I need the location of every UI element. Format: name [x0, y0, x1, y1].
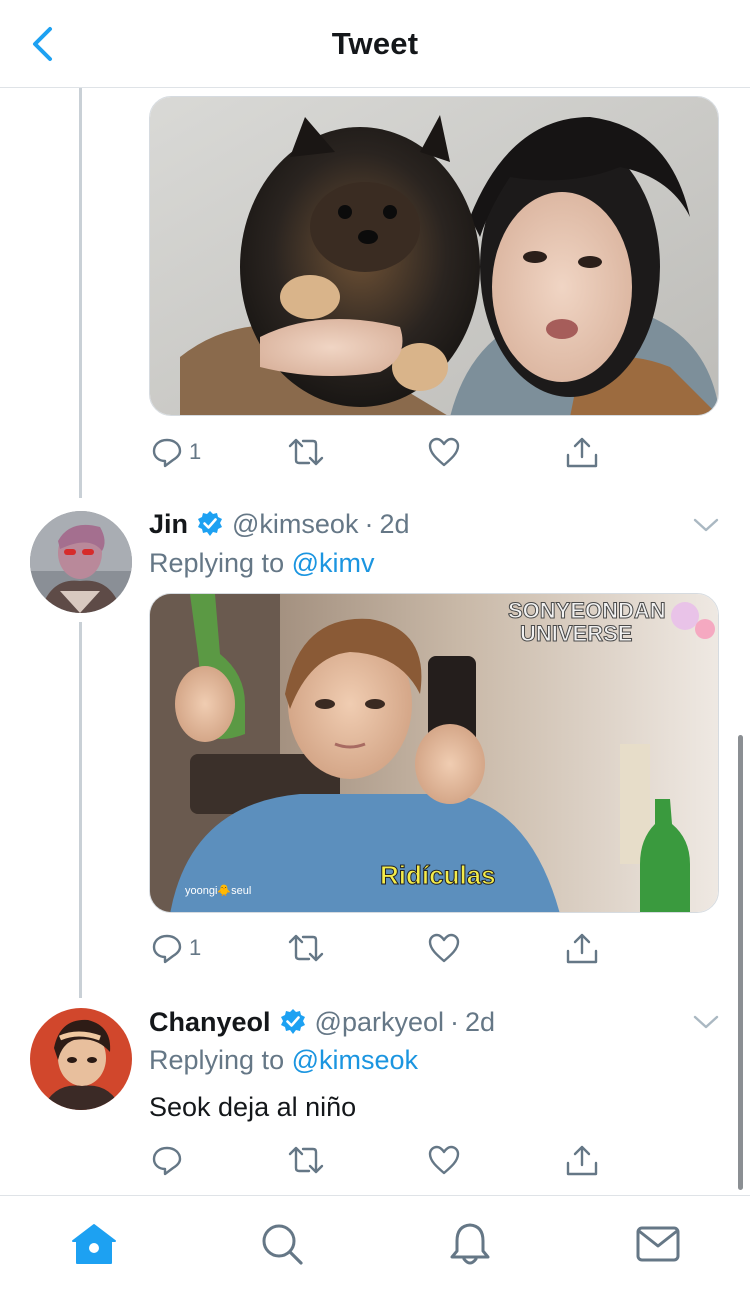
share-icon	[566, 437, 598, 468]
heart-icon	[428, 933, 460, 963]
avatar-image	[30, 511, 132, 613]
scrollbar[interactable]	[738, 735, 743, 1190]
photo-person-with-dog	[150, 97, 718, 415]
reply-icon	[152, 934, 182, 964]
page-title: Tweet	[331, 26, 419, 61]
replying-label: Replying to	[149, 548, 285, 578]
retweet-icon	[288, 438, 324, 466]
mention-link[interactable]: @kimv	[292, 548, 375, 578]
chevron-down-icon[interactable]	[692, 1012, 720, 1032]
tab-messages[interactable]	[634, 1220, 682, 1268]
like-button[interactable]	[427, 928, 461, 968]
verified-icon	[280, 1009, 305, 1034]
separator-dot: ·	[364, 508, 374, 539]
separator-dot: ·	[450, 1006, 459, 1037]
timestamp[interactable]: 2d	[465, 1007, 495, 1038]
sticker-icon	[671, 602, 699, 630]
reply-count: 1	[189, 439, 202, 464]
tab-home[interactable]	[70, 1220, 118, 1268]
avatar-image	[30, 1008, 132, 1110]
share-icon	[566, 1145, 598, 1176]
mail-icon	[636, 1226, 680, 1262]
thread-line	[79, 88, 82, 498]
tweet-header: Jin @kimseok · 2d	[149, 506, 410, 542]
watermark-line2: UNIVERSE	[520, 621, 632, 646]
replying-to: Replying to @kimv	[149, 548, 375, 579]
tab-search[interactable]	[258, 1220, 306, 1268]
retweet-button[interactable]	[287, 928, 325, 968]
tweet-text: Seok deja al niño	[149, 1092, 357, 1122]
verified-badge	[196, 510, 224, 538]
mention-link[interactable]: @kimseok	[292, 1045, 418, 1075]
reply-button[interactable]: 1	[151, 928, 201, 968]
retweet-button[interactable]	[287, 1140, 325, 1180]
tweet-header: Chanyeol @parkyeol · 2d	[149, 1004, 495, 1040]
avatar[interactable]	[30, 1008, 132, 1110]
chevron-down-icon[interactable]	[692, 515, 720, 535]
share-button[interactable]	[565, 928, 599, 968]
heart-icon	[428, 437, 460, 467]
replying-label: Replying to	[149, 1045, 285, 1075]
watermark-line1: SONYEONDAN	[508, 598, 666, 623]
replying-to: Replying to @kimseok	[149, 1045, 418, 1076]
reply-icon	[152, 1146, 182, 1176]
video-subtitle: Ridículas	[380, 860, 496, 890]
share-button[interactable]	[565, 1140, 599, 1180]
verified-badge	[279, 1008, 307, 1036]
bell-icon	[450, 1223, 490, 1265]
reply-count: 1	[189, 935, 202, 960]
tab-notifications[interactable]	[446, 1220, 494, 1268]
display-name[interactable]: Chanyeol	[149, 1007, 271, 1038]
reply-button[interactable]: 1	[151, 432, 201, 472]
retweet-icon	[288, 934, 324, 962]
handle[interactable]: @parkyeol	[315, 1007, 444, 1038]
tweet-actions: 1	[149, 928, 629, 968]
verified-icon	[198, 511, 223, 536]
share-icon	[566, 933, 598, 964]
avatar[interactable]	[30, 511, 132, 613]
home-icon	[72, 1224, 116, 1264]
reply-icon	[152, 438, 182, 468]
retweet-icon	[288, 1146, 324, 1174]
heart-icon	[428, 1145, 460, 1175]
corner-watermark: yoongi🐥seul	[185, 884, 251, 897]
thread-line	[79, 622, 82, 998]
like-button[interactable]	[427, 432, 461, 472]
photo-person-with-bottle: SONYEONDAN UNIVERSE Ridículas yoongi🐥seu…	[150, 594, 718, 912]
search-icon	[262, 1224, 303, 1265]
handle[interactable]: @kimseok	[232, 509, 358, 540]
top-bar: Tweet	[0, 0, 750, 88]
share-button[interactable]	[565, 432, 599, 472]
display-name[interactable]: Jin	[149, 509, 188, 540]
bottom-tab-bar	[0, 1195, 750, 1294]
tweet-actions: 1	[149, 432, 629, 472]
timestamp[interactable]: 2d	[379, 509, 409, 540]
like-button[interactable]	[427, 1140, 461, 1180]
tweet-photo[interactable]	[149, 96, 719, 416]
tweet-photo[interactable]: SONYEONDAN UNIVERSE Ridículas yoongi🐥seu…	[149, 593, 719, 913]
reply-button[interactable]	[151, 1140, 183, 1180]
retweet-button[interactable]	[287, 432, 325, 472]
tweet-actions	[149, 1140, 629, 1180]
